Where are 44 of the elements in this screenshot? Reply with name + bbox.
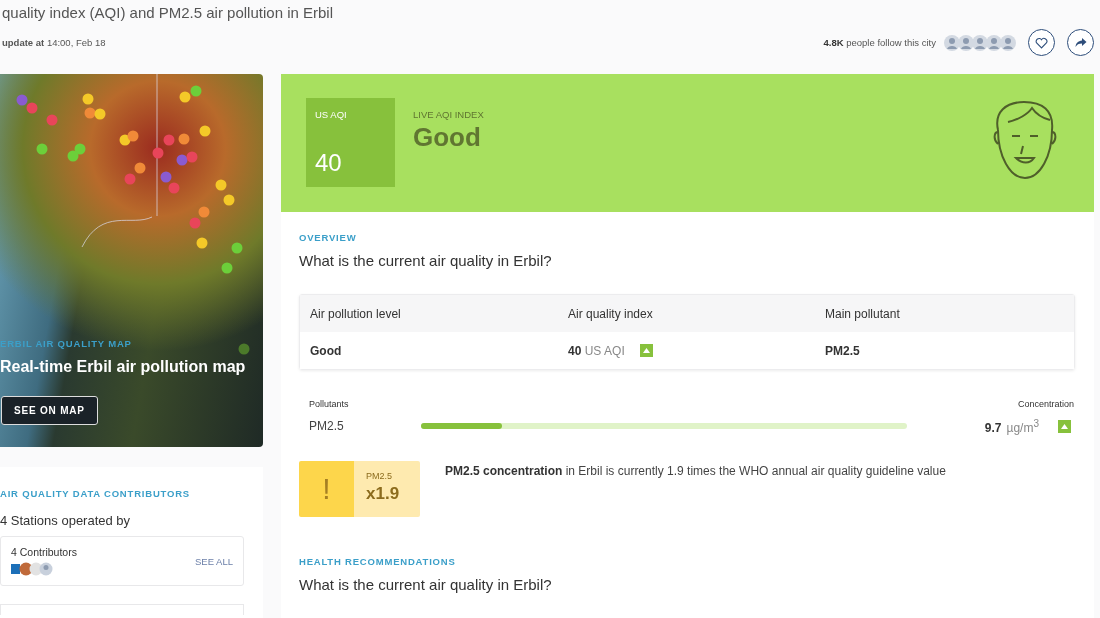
pollutants-label: Pollutants — [309, 399, 349, 409]
warning-mark: ! — [299, 461, 354, 517]
aqi-label: US AQI — [315, 109, 348, 120]
ratio-value: x1.9 — [366, 484, 401, 504]
smiling-face-icon — [992, 100, 1058, 182]
contributors-count: 4 Contributors — [11, 546, 77, 558]
concentration-label: Concentration — [1017, 399, 1074, 409]
update-time: update at 14:00, Feb 18 — [2, 37, 106, 48]
trend-up-icon — [639, 344, 653, 357]
heart-icon — [1035, 36, 1048, 49]
overview-question: What is the current air quality in Erbil? — [299, 252, 553, 269]
aqi-status: Good — [413, 122, 482, 153]
avatar-icon — [986, 34, 1002, 51]
share-button[interactable] — [1067, 29, 1094, 56]
column-header: Air pollution level — [310, 306, 402, 321]
contributors-eyebrow: AIR QUALITY DATA CONTRIBUTORS — [0, 488, 191, 499]
column-header: Main pollutant — [825, 306, 901, 321]
concentration-value: 9.7 µg/m$^{3}$ — [984, 417, 1039, 435]
see-on-map-button[interactable]: SEE ON MAP — [1, 396, 98, 425]
trend-up-icon — [1058, 419, 1071, 433]
overview-eyebrow: OVERVIEW — [299, 232, 358, 243]
health-eyebrow: HEALTH RECOMMENDATIONS — [299, 556, 457, 567]
stations-title: 4 Stations operated by — [0, 513, 132, 528]
share-icon — [1074, 37, 1087, 48]
avatar-icon — [944, 34, 960, 51]
avatar-icon — [958, 34, 974, 51]
favorite-button[interactable] — [1028, 29, 1055, 56]
page-title: quality index (AQI) and PM2.5 air pollution in Erbil — [2, 3, 334, 23]
pollutant-name: PM2.5 — [309, 419, 345, 433]
followers-text: 4.8K people follow this city — [823, 37, 936, 48]
ratio-pollutant: PM2.5 — [366, 471, 393, 481]
live-index-label: LIVE AQI INDEX — [413, 109, 484, 120]
column-header: Air quality index — [568, 306, 654, 321]
aqi-value: 40 — [315, 149, 343, 177]
map-eyebrow: ERBIL AIR QUALITY MAP — [0, 338, 133, 349]
map-title: Real-time Erbil air pollution map — [0, 358, 247, 376]
see-all-link[interactable]: SEE ALL — [194, 555, 233, 567]
table-cell-text: PM2.5 — [825, 343, 861, 358]
avatar-icon — [972, 34, 988, 51]
table-cell: 40 US AQI — [568, 343, 625, 358]
who-comparison-text: PM2.5 concentration in Erbil is currently 1.9 times the WHO annual air quality guideline value — [445, 464, 946, 478]
health-question: What is the current air quality in Erbil? — [299, 576, 553, 593]
avatar-icon — [1000, 34, 1016, 51]
table-cell-text: Good — [310, 343, 343, 358]
